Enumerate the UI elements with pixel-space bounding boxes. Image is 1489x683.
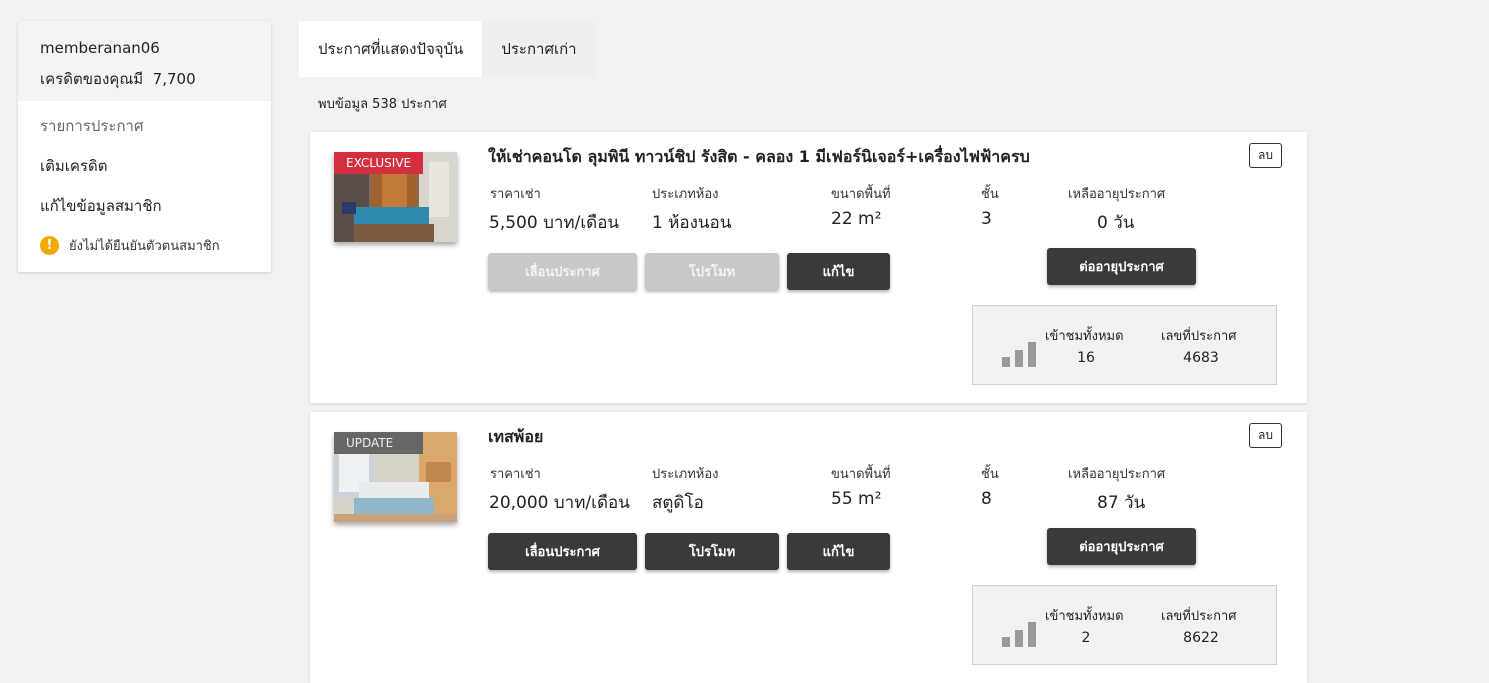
credit-label: เครดิตของคุณมี	[40, 70, 144, 88]
credit-value: 7,700	[152, 70, 196, 88]
tab-old-listings[interactable]: ประกาศเก่า	[482, 21, 596, 77]
days-left-label: เหลืออายุประกาศ	[1068, 467, 1166, 482]
listing-stats: เข้าชมทั้งหมด เลขที่ประกาศ 16 4683	[972, 305, 1277, 385]
price-value: 5,500 บาท/เดือน	[489, 213, 620, 233]
delete-button[interactable]: ลบ	[1249, 423, 1282, 448]
verification-warning-text: ยังไม่ได้ยืนยันตัวตนสมาชิก	[69, 239, 220, 254]
area-value: 22 m²	[831, 209, 882, 229]
listing-no-label: เลขที่ประกาศ	[1161, 329, 1237, 344]
listing-no-label: เลขที่ประกาศ	[1161, 609, 1237, 624]
listing-card: EXCLUSIVE ให้เช่าคอนโด ลุมพินี ทาวน์ชิป …	[310, 132, 1307, 403]
credit-balance: เครดิตของคุณมี 7,700	[40, 67, 249, 91]
listing-title[interactable]: ให้เช่าคอนโด ลุมพินี ทาวน์ชิป รังสิต - ค…	[488, 145, 1030, 170]
views-label: เข้าชมทั้งหมด	[1045, 329, 1124, 344]
days-left-value: 0 วัน	[1097, 213, 1135, 233]
sidebar-menu: รายการประกาศ เติมเครดิต แก้ไขข้อมูลสมาชิ…	[18, 101, 271, 256]
bar-chart-icon	[1002, 342, 1036, 367]
username: memberanan06	[40, 39, 160, 57]
floor-label: ชั้น	[981, 467, 999, 482]
bar-chart-icon	[1002, 622, 1036, 647]
member-sidebar: memberanan06 เครดิตของคุณมี 7,700 รายการ…	[18, 21, 271, 272]
listing-tabs: ประกาศที่แสดงปัจจุบัน ประกาศเก่า	[299, 21, 596, 77]
tab-current-listings[interactable]: ประกาศที่แสดงปัจจุบัน	[299, 21, 483, 77]
price-label: ราคาเช่า	[490, 467, 541, 482]
floor-label: ชั้น	[981, 187, 999, 202]
sidebar-item-edit-profile[interactable]: แก้ไขข้อมูลสมาชิก	[40, 195, 249, 235]
area-label: ขนาดพื้นที่	[831, 187, 891, 202]
renew-button[interactable]: ต่ออายุประกาศ	[1047, 528, 1196, 565]
room-type-value: สตูดิโอ	[652, 493, 704, 513]
verification-warning[interactable]: ! ยังไม่ได้ยืนยันตัวตนสมาชิก	[40, 235, 249, 256]
listing-thumbnail[interactable]: UPDATE	[334, 432, 457, 522]
update-badge: UPDATE	[334, 432, 423, 454]
views-value: 2	[1081, 630, 1091, 646]
promote-button[interactable]: โปรโมท	[645, 533, 779, 570]
result-count: พบข้อมูล 538 ประกาศ	[318, 97, 447, 112]
room-type-label: ประเภทห้อง	[652, 467, 719, 482]
boost-button[interactable]: เลื่อนประกาศ	[488, 253, 637, 290]
edit-button[interactable]: แก้ไข	[787, 533, 890, 570]
edit-button[interactable]: แก้ไข	[787, 253, 890, 290]
listing-stats: เข้าชมทั้งหมด เลขที่ประกาศ 2 8622	[972, 585, 1277, 665]
listing-no-value: 4683	[1183, 350, 1219, 366]
price-value: 20,000 บาท/เดือน	[489, 493, 630, 513]
price-label: ราคาเช่า	[490, 187, 541, 202]
exclusive-badge: EXCLUSIVE	[334, 152, 423, 174]
floor-value: 8	[981, 489, 992, 509]
renew-button[interactable]: ต่ออายุประกาศ	[1047, 248, 1196, 285]
room-type-value: 1 ห้องนอน	[652, 213, 732, 233]
listing-card: UPDATE เทสพ้อย ลบ ราคาเช่า ประเภทห้อง ขน…	[310, 412, 1307, 683]
delete-button[interactable]: ลบ	[1249, 143, 1282, 168]
days-left-label: เหลืออายุประกาศ	[1068, 187, 1166, 202]
profile-panel: memberanan06 เครดิตของคุณมี 7,700	[18, 21, 271, 101]
room-type-label: ประเภทห้อง	[652, 187, 719, 202]
days-left-value: 87 วัน	[1097, 493, 1146, 513]
listing-title[interactable]: เทสพ้อย	[488, 425, 543, 450]
floor-value: 3	[981, 209, 992, 229]
listing-thumbnail[interactable]: EXCLUSIVE	[334, 152, 457, 242]
exclamation-circle-icon: !	[40, 236, 59, 255]
listing-no-value: 8622	[1183, 630, 1219, 646]
area-value: 55 m²	[831, 489, 882, 509]
area-label: ขนาดพื้นที่	[831, 467, 891, 482]
promote-button[interactable]: โปรโมท	[645, 253, 779, 290]
sidebar-item-top-up-credit[interactable]: เติมเครดิต	[40, 155, 249, 195]
views-label: เข้าชมทั้งหมด	[1045, 609, 1124, 624]
sidebar-item-listings[interactable]: รายการประกาศ	[40, 115, 249, 155]
views-value: 16	[1077, 350, 1095, 366]
boost-button[interactable]: เลื่อนประกาศ	[488, 533, 637, 570]
